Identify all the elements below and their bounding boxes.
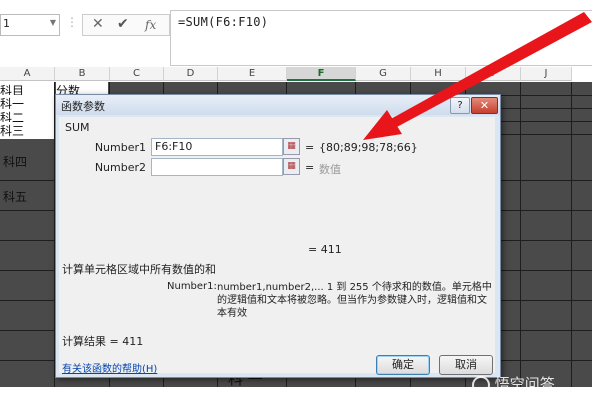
watermark-logo-icon (472, 375, 490, 394)
watermark: 悟空问答 (472, 373, 555, 394)
annotation-arrow (363, 12, 592, 140)
arrow-shaft (389, 12, 592, 128)
arrow-head (363, 110, 402, 140)
watermark-text: 悟空问答 (494, 375, 555, 393)
